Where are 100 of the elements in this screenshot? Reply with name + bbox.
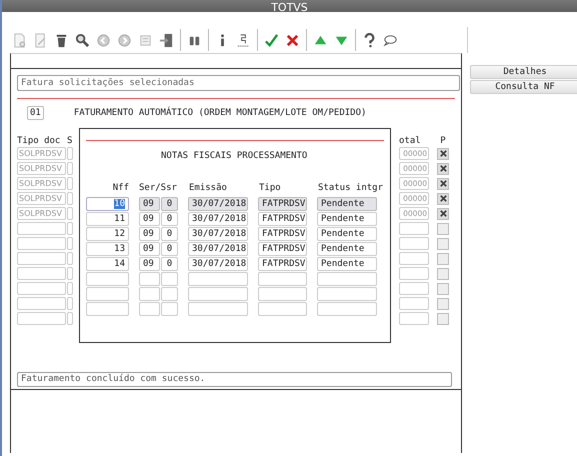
input-field[interactable] <box>317 286 377 300</box>
input-field[interactable]: Pendente <box>317 242 377 256</box>
input-field[interactable]: 09 <box>139 196 160 210</box>
checkbox[interactable] <box>437 208 449 220</box>
table-cell <box>67 147 73 160</box>
input-field[interactable]: 0 <box>161 256 178 270</box>
checkbox[interactable] <box>437 282 449 294</box>
table-cell: SOLPRDSV <box>17 192 66 205</box>
input-field[interactable]: FATPRDSV <box>258 212 307 226</box>
table-cell <box>399 267 429 280</box>
table-cell: SOLPRDSV <box>17 177 66 190</box>
input-field[interactable] <box>86 272 129 286</box>
table-cell <box>17 297 66 310</box>
table-cell <box>399 297 429 310</box>
input-field[interactable] <box>139 272 160 286</box>
table-cell <box>67 192 73 205</box>
previous-icon[interactable] <box>96 32 111 48</box>
code-field[interactable]: 01 <box>27 106 44 120</box>
checkbox[interactable] <box>437 178 449 190</box>
confirm-check-icon[interactable] <box>264 32 279 48</box>
section-title: FATURAMENTO AUTOMÁTICO (ORDEM MONTAGEM/LOTE OM/PEDIDO) <box>74 108 366 118</box>
input-field[interactable]: 30/07/2018 <box>188 226 248 240</box>
table-cell: SOLPRDSV <box>17 162 66 175</box>
input-field[interactable]: FATPRDSV <box>258 196 307 210</box>
side-button[interactable]: Detalhes <box>470 65 577 79</box>
column-header: P <box>439 136 447 146</box>
edit-icon[interactable] <box>33 32 48 48</box>
checkbox[interactable] <box>437 238 449 250</box>
input-field[interactable]: 09 <box>139 256 160 270</box>
column-header: Status intgr <box>318 183 384 193</box>
input-field[interactable] <box>317 272 377 286</box>
column-header: S <box>67 136 73 146</box>
input-field[interactable]: FATPRDSV <box>258 242 307 256</box>
input-field[interactable]: 30/07/2018 <box>188 242 248 256</box>
input-field[interactable]: 09 <box>139 226 160 240</box>
next-icon[interactable] <box>117 32 132 48</box>
column-header: Ser/Ssr <box>139 183 178 193</box>
checkbox[interactable] <box>437 162 449 174</box>
numbered-list-icon[interactable] <box>236 32 251 48</box>
input-field[interactable]: 30/07/2018 <box>188 212 248 226</box>
input-field[interactable] <box>258 272 307 286</box>
column-header: otal <box>399 136 422 146</box>
input-field[interactable]: 0 <box>161 196 178 210</box>
checkbox[interactable] <box>437 252 449 264</box>
table-cell <box>67 177 73 190</box>
input-field[interactable]: FATPRDSV <box>258 256 307 270</box>
input-field[interactable] <box>188 272 248 286</box>
exit-door-icon[interactable] <box>159 32 174 48</box>
checkbox[interactable] <box>437 298 449 310</box>
input-field[interactable] <box>86 286 129 300</box>
checkbox[interactable] <box>437 268 449 280</box>
speech-bubble-icon[interactable] <box>383 32 398 48</box>
dialog-title: NOTAS FISCAIS PROCESSAMENTO <box>161 151 308 161</box>
column-header: Tipo doc <box>17 136 62 146</box>
table-cell <box>17 282 66 295</box>
input-field[interactable]: 0 <box>161 242 178 256</box>
input-field[interactable]: FATPRDSV <box>258 226 307 240</box>
input-field[interactable] <box>161 272 178 286</box>
document-icon[interactable] <box>138 32 153 48</box>
input-field[interactable]: Pendente <box>317 212 377 226</box>
input-field[interactable] <box>258 286 307 300</box>
input-field[interactable]: 14 <box>86 256 129 270</box>
table-cell <box>399 252 429 265</box>
new-document-icon[interactable] <box>12 32 27 48</box>
input-field[interactable] <box>161 286 178 300</box>
input-field[interactable]: 10 <box>86 196 129 210</box>
side-button[interactable]: Consulta NF <box>470 80 577 94</box>
help-icon[interactable] <box>362 32 377 48</box>
input-field[interactable] <box>188 302 248 316</box>
checkbox[interactable] <box>437 312 449 324</box>
input-field[interactable]: 13 <box>86 242 129 256</box>
checkbox[interactable] <box>437 192 449 204</box>
input-field[interactable]: 30/07/2018 <box>188 256 248 270</box>
table-cell <box>67 162 73 175</box>
input-field[interactable]: 09 <box>139 242 160 256</box>
input-field[interactable] <box>161 302 178 316</box>
trash-icon[interactable] <box>54 32 69 48</box>
input-field[interactable] <box>188 286 248 300</box>
input-field[interactable]: Pendente <box>317 226 377 240</box>
input-field[interactable] <box>317 302 377 316</box>
table-cell: SOLPRDSV <box>17 147 66 160</box>
table-cell <box>17 267 66 280</box>
title-field[interactable]: Fatura solicitações selecionadas <box>17 75 460 91</box>
input-field[interactable]: 0 <box>161 226 178 240</box>
input-field[interactable] <box>258 302 307 316</box>
cancel-x-icon[interactable] <box>285 32 300 48</box>
checkbox[interactable] <box>437 222 449 234</box>
input-field[interactable]: 11 <box>86 212 129 226</box>
input-field[interactable]: 09 <box>139 212 160 226</box>
input-field[interactable]: 30/07/2018 <box>188 196 248 210</box>
checkbox[interactable] <box>437 148 449 160</box>
search-icon[interactable] <box>75 32 90 48</box>
table-cell <box>399 282 429 295</box>
input-field[interactable] <box>86 302 129 316</box>
input-field[interactable]: Pendente <box>317 256 377 270</box>
input-field[interactable]: Pendente <box>317 196 377 210</box>
input-field[interactable] <box>139 286 160 300</box>
input-field[interactable]: 0 <box>161 212 178 226</box>
input-field[interactable] <box>139 302 160 316</box>
input-field[interactable]: 12 <box>86 226 129 240</box>
